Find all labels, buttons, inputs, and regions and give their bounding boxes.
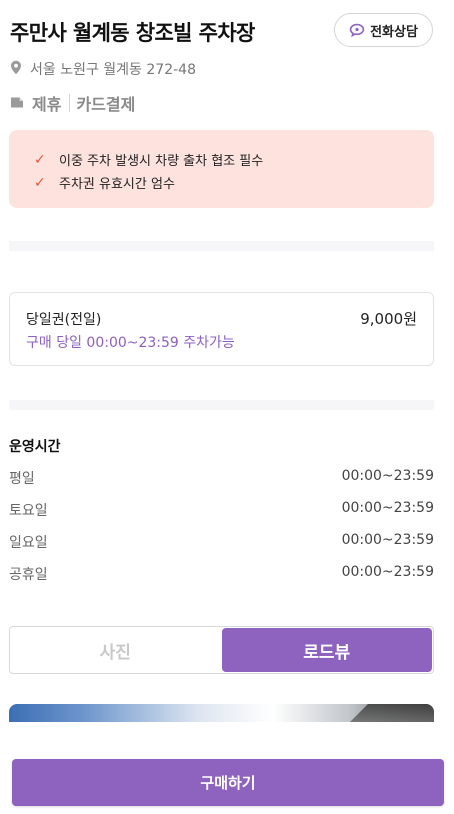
parking-detail-page: 주만사 월계동 창조빌 주차장 전화상담 서울 노원구 월계동 272-48 제… — [0, 0, 454, 814]
hours-time: 00:00~23:59 — [341, 500, 434, 516]
hours-row: 일요일 00:00~23:59 — [9, 532, 434, 564]
tab-roadview[interactable]: 로드뷰 — [221, 628, 432, 672]
hours-time: 00:00~23:59 — [341, 532, 434, 548]
check-icon: ✓ — [34, 174, 46, 191]
section-divider — [9, 400, 434, 410]
media-tab-switch: 사진 로드뷰 — [9, 626, 434, 674]
tab-photo[interactable]: 사진 — [10, 627, 221, 673]
hours-row: 공휴일 00:00~23:59 — [9, 564, 434, 596]
operating-hours-list: 평일 00:00~23:59 토요일 00:00~23:59 일요일 00:00… — [9, 468, 434, 596]
roadview-image-building — [350, 704, 434, 722]
page-title: 주만사 월계동 창조빌 주차장 — [10, 21, 255, 45]
hours-time: 00:00~23:59 — [341, 468, 434, 484]
address-text: 서울 노원구 월계동 272-48 — [30, 62, 196, 78]
hours-day: 토요일 — [9, 503, 48, 519]
hours-day: 일요일 — [9, 535, 48, 551]
tag-icon — [10, 94, 24, 113]
operating-hours-title: 운영시간 — [9, 439, 61, 455]
check-icon: ✓ — [34, 151, 46, 168]
address-row: 서울 노원구 월계동 272-48 — [10, 59, 196, 79]
notice-item: ✓ 주차권 유효시간 엄수 — [34, 171, 434, 194]
hours-day: 평일 — [9, 471, 35, 487]
purchase-button[interactable]: 구매하기 — [12, 759, 444, 806]
hours-day: 공휴일 — [9, 567, 48, 583]
call-consult-button[interactable]: 전화상담 — [334, 13, 433, 47]
section-divider — [9, 241, 434, 251]
tag-card-payment: 카드결제 — [76, 95, 136, 114]
ticket-name: 당일권(전일) — [26, 312, 102, 328]
hours-time: 00:00~23:59 — [341, 564, 434, 580]
feature-tags: 제휴 카드결제 — [10, 91, 135, 115]
ticket-price: 9,000원 — [360, 310, 417, 328]
notice-item: ✓ 이중 주차 발생시 차량 출차 협조 필수 — [34, 148, 434, 171]
notice-text: 이중 주차 발생시 차량 출차 협조 필수 — [59, 154, 264, 169]
phone-consult-icon — [349, 23, 365, 37]
call-consult-label: 전화상담 — [370, 24, 418, 40]
tag-divider — [69, 94, 71, 112]
hours-row: 평일 00:00~23:59 — [9, 468, 434, 500]
notice-text: 주차권 유효시간 엄수 — [59, 177, 175, 192]
hours-row: 토요일 00:00~23:59 — [9, 500, 434, 532]
location-pin-icon — [10, 60, 22, 79]
notice-box: ✓ 이중 주차 발생시 차량 출차 협조 필수 ✓ 주차권 유효시간 엄수 — [9, 130, 434, 208]
ticket-card[interactable]: 당일권(전일) 9,000원 구매 당일 00:00~23:59 주차가능 — [9, 292, 434, 366]
ticket-description: 구매 당일 00:00~23:59 주차가능 — [26, 335, 235, 351]
tag-partnership: 제휴 — [32, 95, 62, 114]
roadview-image[interactable] — [9, 704, 434, 722]
